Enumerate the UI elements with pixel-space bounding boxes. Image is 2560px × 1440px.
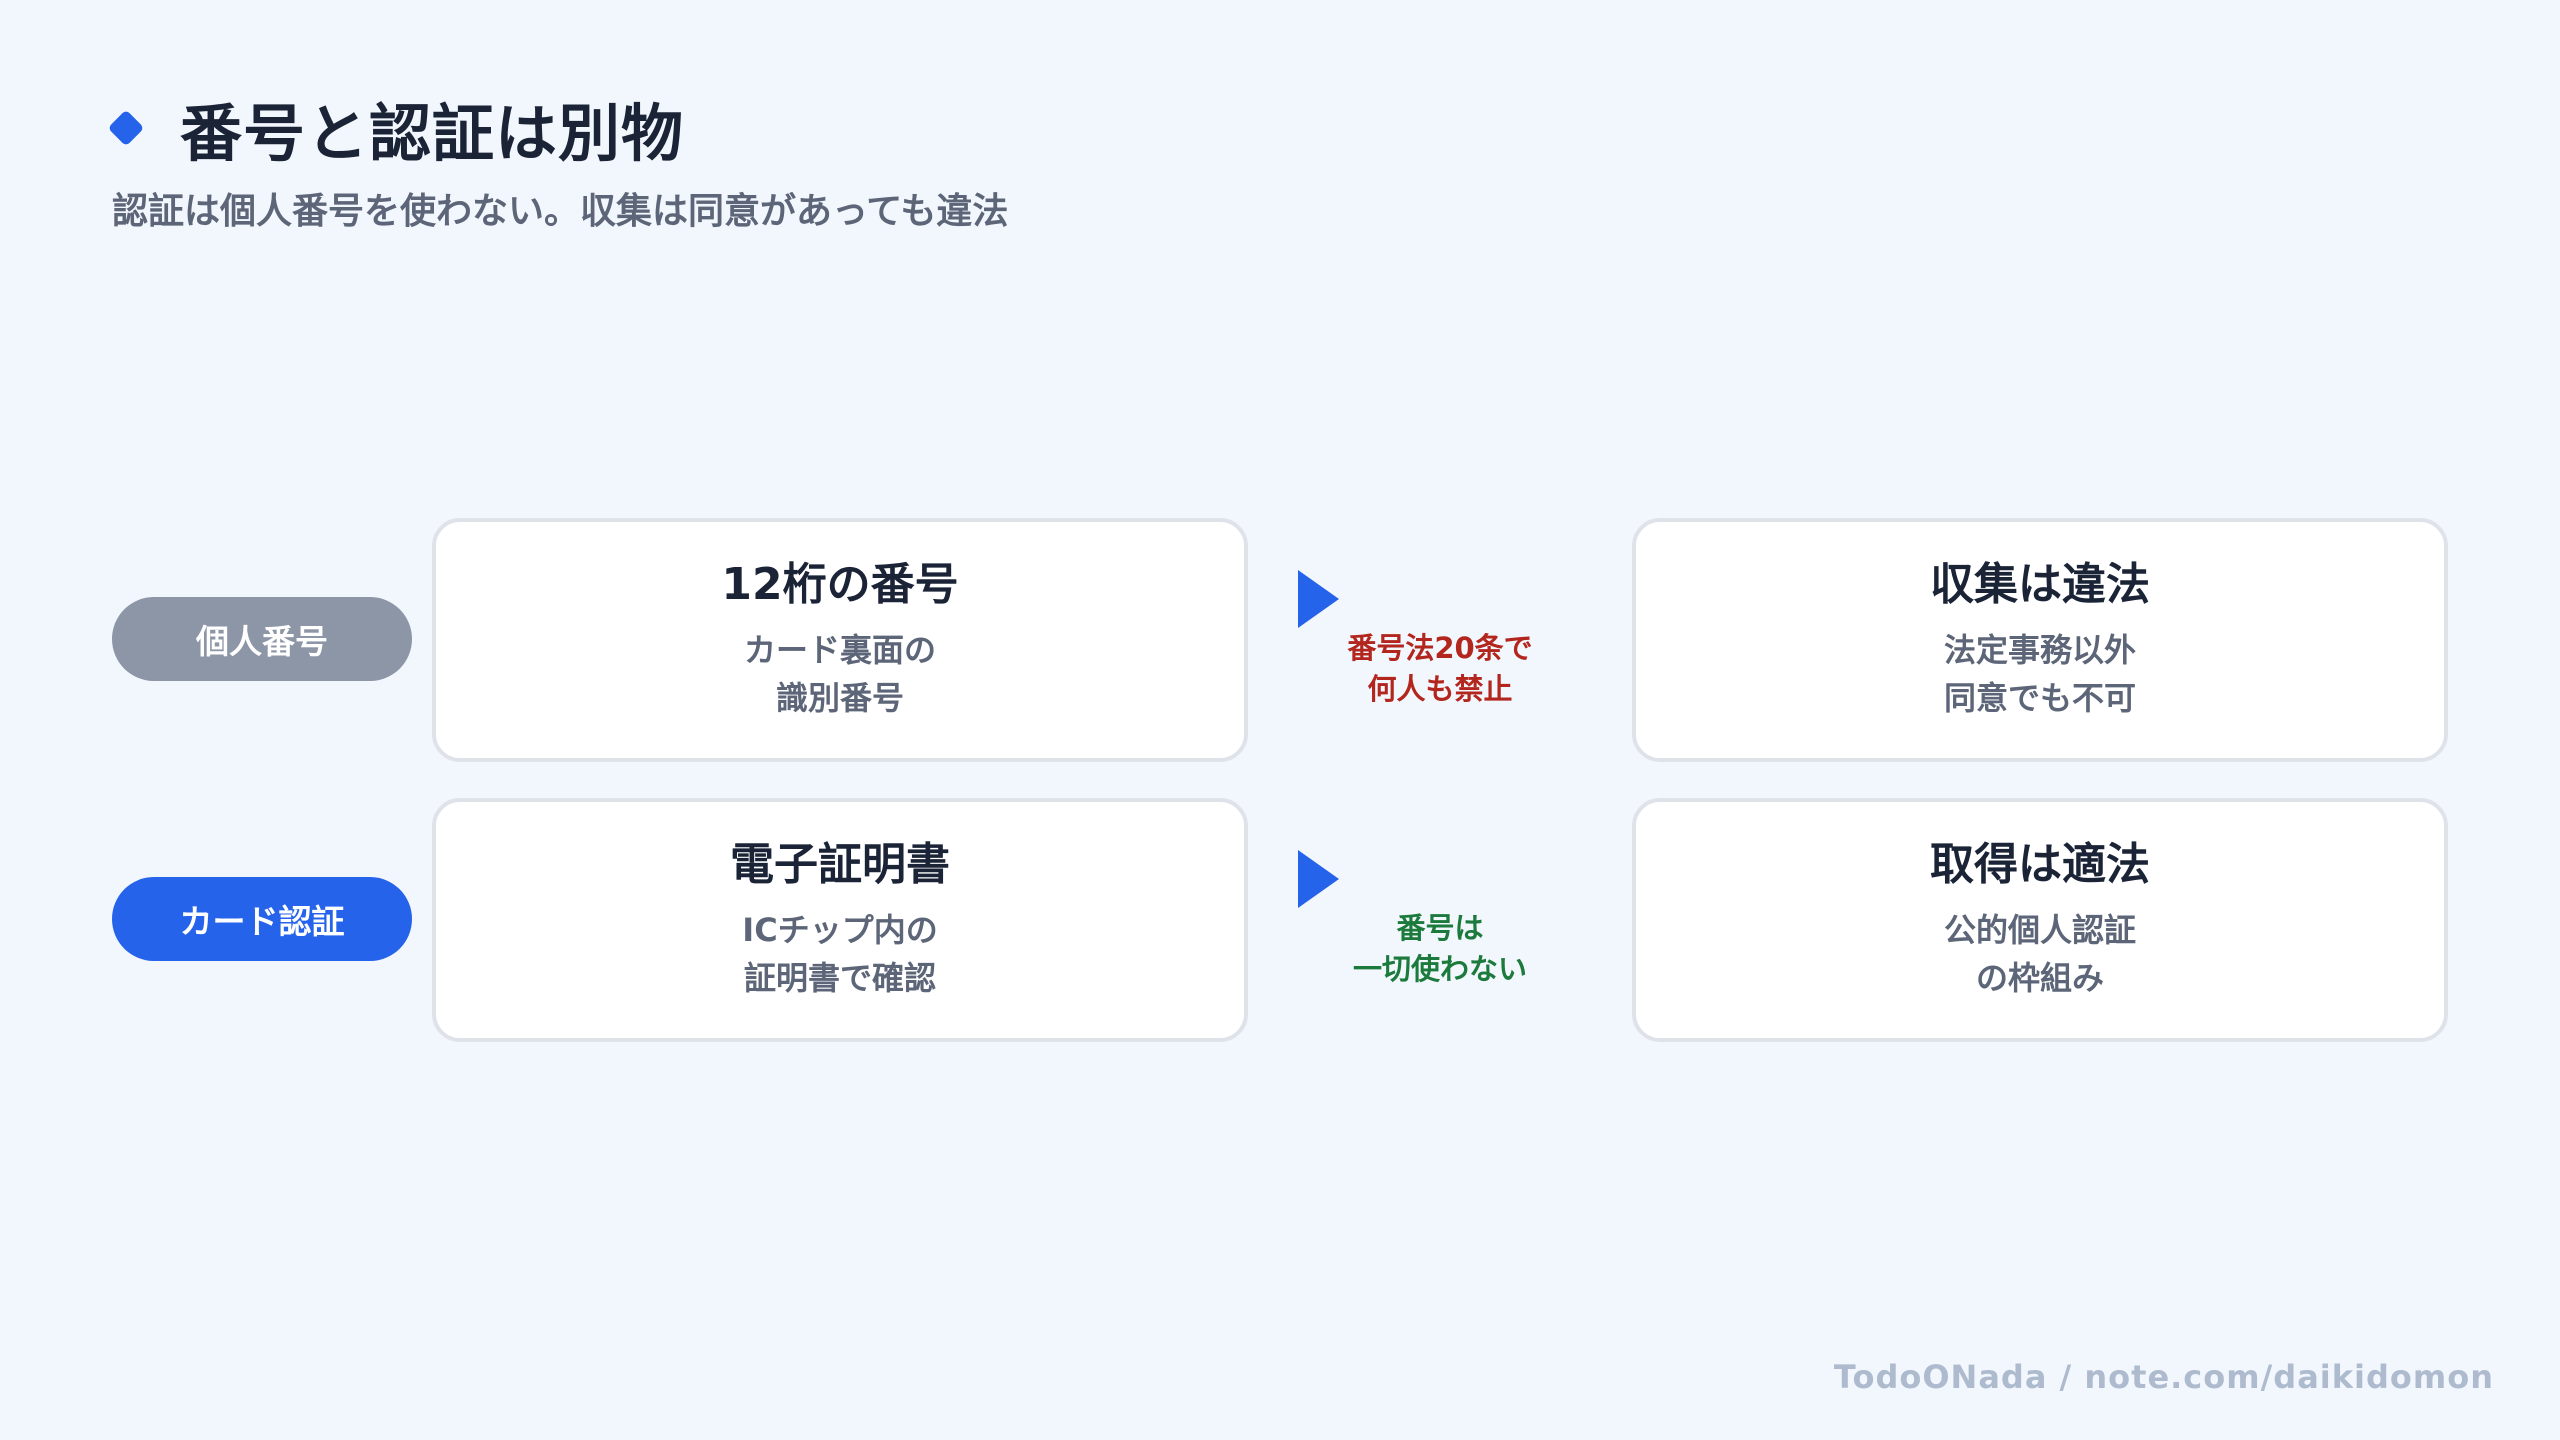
footer-credit: TodoONada / note.com/daikidomon <box>1833 1358 2494 1396</box>
card-body: カード裏面の 識別番号 <box>743 631 936 717</box>
row-label-personal-number: 個人番号 <box>112 597 412 681</box>
arrow-right-icon <box>1298 850 1339 908</box>
card-body: 法定事務以外 同意でも不可 <box>1943 631 2136 717</box>
flow-note-no-number: 番号は 一切使わない <box>1352 911 1527 986</box>
card-acquisition-legal: 取得は適法 公的個人認証 の枠組み <box>1632 798 2448 1042</box>
card-heading: 電子証明書 <box>730 839 950 890</box>
card-heading: 取得は適法 <box>1930 839 2150 890</box>
row-label-card-auth: カード認証 <box>112 877 412 961</box>
card-number-12-digits: 12桁の番号 カード裏面の 識別番号 <box>432 518 1248 762</box>
title-row: 番号と認証は別物 <box>107 88 684 170</box>
page-title: 番号と認証は別物 <box>180 97 685 170</box>
card-heading: 収集は違法 <box>1930 559 2150 610</box>
card-body: ICチップ内の 証明書で確認 <box>742 911 938 997</box>
page-subtitle: 認証は個人番号を使わない。収集は同意があっても違法 <box>112 191 1009 232</box>
card-heading: 12桁の番号 <box>721 559 959 610</box>
arrow-right-icon <box>1298 570 1339 628</box>
flow-note-prohibited: 番号法20条で 何人も禁止 <box>1347 631 1533 706</box>
diamond-icon <box>107 109 145 147</box>
card-digital-certificate: 電子証明書 ICチップ内の 証明書で確認 <box>432 798 1248 1042</box>
card-collection-illegal: 収集は違法 法定事務以外 同意でも不可 <box>1632 518 2448 762</box>
card-body: 公的個人認証 の枠組み <box>1943 911 2136 997</box>
